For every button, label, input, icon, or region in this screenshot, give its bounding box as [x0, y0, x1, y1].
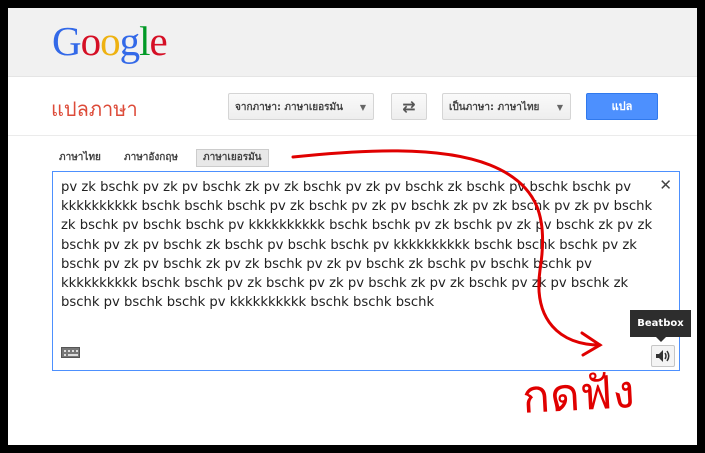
chevron-down-icon: ▼ [359, 103, 366, 112]
tab-german[interactable]: ภาษาเยอรมัน [196, 149, 269, 167]
speaker-icon [656, 350, 670, 362]
tab-thai[interactable]: ภาษาไทย [59, 149, 101, 167]
swap-languages-button[interactable]: ⇄ [391, 93, 427, 120]
page-title: แปลภาษา [51, 97, 138, 121]
logo-letter: G [52, 18, 82, 64]
source-text-input[interactable]: pv zk bschk pv zk pv bschk zk pv zk bsch… [52, 171, 680, 371]
translate-button[interactable]: แปล [586, 93, 658, 120]
tab-english[interactable]: ภาษาอังกฤษ [124, 149, 178, 167]
listen-button[interactable] [651, 345, 675, 367]
speaker-tooltip: Beatbox [630, 310, 691, 342]
swap-languages-icon: ⇄ [402, 97, 416, 116]
source-language-select[interactable]: จากภาษา: ภาษาเยอรมัน ▼ [228, 93, 374, 120]
logo-letter: o [80, 18, 101, 64]
google-header: Google [8, 8, 697, 77]
close-icon[interactable]: ✕ [659, 176, 672, 194]
annotation-text: กดฟัง [520, 364, 637, 424]
logo-letter: g [119, 18, 140, 64]
chevron-down-icon: ▼ [556, 103, 563, 112]
target-language-select[interactable]: เป็นภาษา: ภาษาไทย ▼ [442, 93, 571, 120]
google-logo[interactable]: Google [52, 16, 168, 66]
target-language-label: เป็นภาษา: ภาษาไทย [449, 102, 540, 113]
source-language-label: จากภาษา: ภาษาเยอรมัน [235, 102, 343, 113]
keyboard-icon[interactable] [61, 347, 80, 358]
source-text[interactable]: pv zk bschk pv zk pv bschk zk pv zk bsch… [61, 178, 656, 312]
divider [8, 135, 697, 136]
logo-letter: l [139, 18, 150, 64]
logo-letter: o [100, 18, 120, 64]
logo-letter: e [149, 18, 168, 64]
